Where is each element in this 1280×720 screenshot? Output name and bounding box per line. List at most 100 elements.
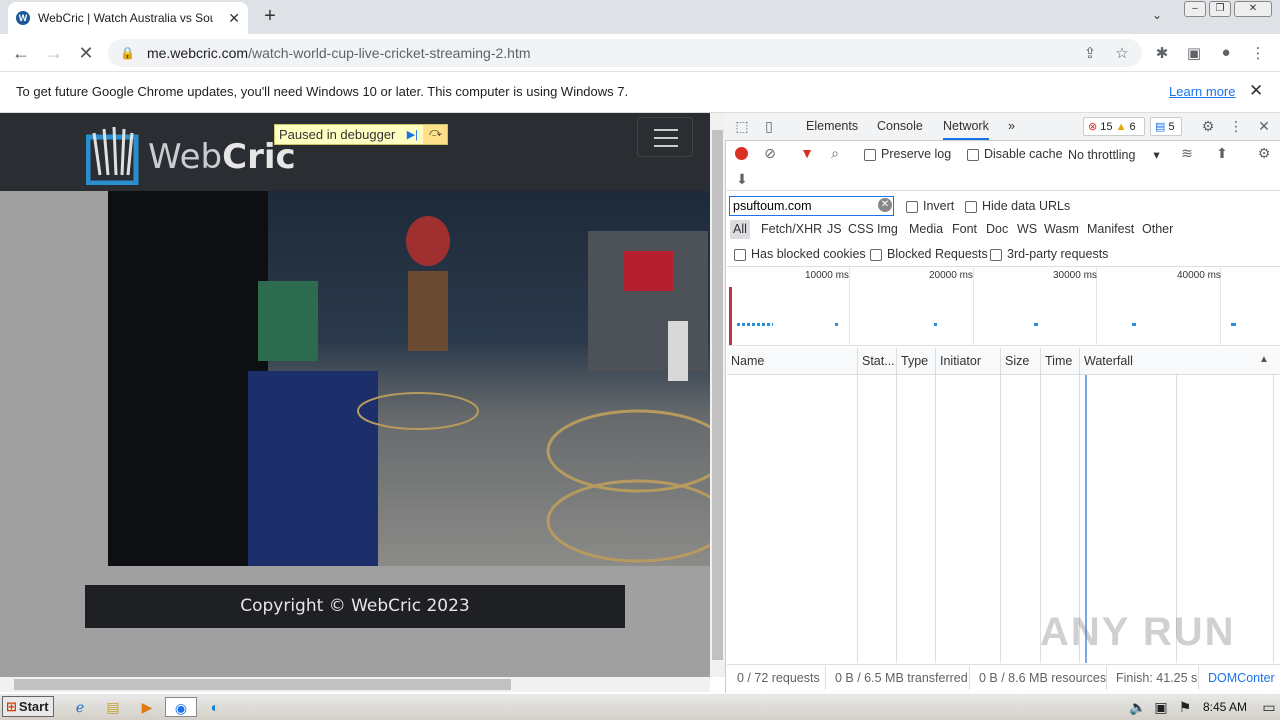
tab-search-icon[interactable]: ⌄ [1152,8,1162,22]
close-tab-icon[interactable]: ✕ [228,10,240,27]
filter-icon[interactable]: ▼ [798,145,816,161]
site-header: WebCric Paused in debugger ▶| ⤼ [0,113,710,191]
invert-checkbox[interactable]: Invert [906,199,954,213]
column-size[interactable]: Size [1001,348,1041,375]
tab-title: WebCric | Watch Australia vs South [38,11,213,25]
menu-hamburger-button[interactable] [637,117,693,157]
filter-type-media[interactable]: Media [909,222,943,236]
inspect-element-icon[interactable]: ⬚ [733,118,751,135]
filter-input[interactable] [729,196,894,216]
resume-icon[interactable]: ▶| [401,128,423,141]
show-desktop-icon[interactable]: ▭ [1258,697,1280,717]
lock-icon[interactable]: 🔒 [120,46,135,60]
clear-filter-icon[interactable]: ✕ [878,198,892,212]
import-har-icon[interactable]: ⬆ [1213,145,1231,162]
anyrun-watermark: ANY RUN [1040,610,1236,654]
overview-selection-handle[interactable] [729,287,732,345]
minimize-button[interactable]: – [1184,1,1206,17]
filter-type-fetch-xhr[interactable]: Fetch/XHR [761,222,822,236]
column-initiator[interactable]: Initiator [936,348,1001,375]
throttling-select[interactable]: No throttling ▾ [1068,147,1160,162]
filter-type-img[interactable]: Img [877,222,898,236]
status-transferred: 0 B / 6.5 MB transferred [835,671,968,685]
devtools-close-icon[interactable]: ✕ [1255,118,1273,135]
new-tab-button[interactable]: + [258,4,282,28]
stop-loading-button[interactable]: ✕ [75,42,97,64]
network-settings-icon[interactable]: ⚙ [1255,145,1273,162]
tab-console[interactable]: Console [877,119,923,133]
messages-badge[interactable]: ▤ 5 [1150,117,1182,136]
restore-button[interactable]: ❐ [1209,1,1231,17]
network-tray-icon[interactable]: ▣ [1150,697,1172,717]
devtools-menu-icon[interactable]: ⋮ [1227,118,1245,135]
debugger-label: Paused in debugger [279,127,396,142]
has-blocked-cookies-checkbox[interactable]: Has blocked cookies [734,247,866,261]
filter-type-ws[interactable]: WS [1017,222,1037,236]
tab-elements[interactable]: Elements [806,119,858,133]
export-har-icon[interactable]: ⬇ [733,171,751,188]
filter-type-font[interactable]: Font [952,222,977,236]
clear-icon[interactable]: ⊘ [761,145,779,162]
hide-data-urls-checkbox[interactable]: Hide data URLs [965,199,1070,213]
filter-type-wasm[interactable]: Wasm [1044,222,1079,236]
search-icon[interactable]: ⌕ [826,145,844,162]
learn-more-link[interactable]: Learn more [1169,84,1235,99]
windows-logo-icon: ⊞ [6,698,17,714]
column-status[interactable]: Stat... [858,348,897,375]
chrome-taskbar-icon[interactable]: ◉ [165,697,197,717]
column-type[interactable]: Type [897,348,936,375]
overview-request-dot [1132,323,1136,326]
blocked-requests-checkbox[interactable]: Blocked Requests [870,247,988,261]
sort-ascending-icon[interactable]: ▲ [1259,354,1269,365]
third-party-requests-checkbox[interactable]: 3rd-party requests [990,247,1108,261]
filter-type-css[interactable]: CSS [848,222,874,236]
device-toolbar-icon[interactable]: ▯ [760,118,778,135]
chrome-menu-icon[interactable]: ⋮ [1248,44,1268,62]
tab-network[interactable]: Network [943,119,989,140]
address-bar[interactable]: 🔒 me.webcric.com/watch-world-cup-live-cr… [108,39,1142,67]
video-player[interactable] [108,191,710,566]
filter-type-manifest[interactable]: Manifest [1087,222,1134,236]
system-clock[interactable]: 8:45 AM [1203,700,1247,714]
start-button[interactable]: ⊞ Start [2,696,54,717]
share-icon[interactable]: ⇪ [1080,44,1100,62]
url-domain: me.webcric.com [146,45,249,61]
explorer-icon[interactable]: ▤ [102,697,124,717]
back-button[interactable]: ← [10,42,32,64]
column-time[interactable]: Time [1041,348,1080,375]
table-column-divider [857,375,858,663]
action-center-icon[interactable]: ⚑ [1174,697,1196,717]
volume-icon[interactable]: 🔈 [1127,697,1149,717]
ie-icon[interactable]: ℯ [69,697,91,717]
overview-label: 20000 ms [929,270,973,281]
more-tabs-button[interactable]: » [1008,119,1015,133]
infobar-close-icon[interactable]: ✕ [1249,81,1263,101]
browser-tab[interactable]: W WebCric | Watch Australia vs South ✕ [8,2,248,34]
extensions-icon[interactable]: ✱ [1152,44,1172,62]
disable-cache-checkbox[interactable]: Disable cache [967,147,1063,161]
devtools-settings-icon[interactable]: ⚙ [1199,118,1217,135]
profile-avatar-icon[interactable]: ● [1216,44,1236,61]
page-viewport: WebCric Paused in debugger ▶| ⤼ Copyrigh… [0,113,710,677]
side-panel-icon[interactable]: ▣ [1184,44,1204,62]
step-over-icon[interactable]: ⤼ [423,125,448,144]
page-horizontal-scrollbar-thumb[interactable] [14,679,511,690]
forward-button[interactable]: → [43,42,65,64]
overview-request-dot [835,323,838,326]
close-window-button[interactable]: ✕ [1234,1,1272,17]
media-player-icon[interactable]: ▶ [136,697,158,717]
column-name[interactable]: Name [727,348,858,375]
bookmark-star-icon[interactable]: ☆ [1112,44,1132,62]
filter-type-all[interactable]: All [733,222,747,236]
issues-badge[interactable]: ⊗ 15 ▲ 6 [1083,117,1145,136]
filter-type-doc[interactable]: Doc [986,222,1008,236]
network-conditions-icon[interactable]: ≋ [1178,145,1196,162]
edge-icon[interactable]: ◐ [204,697,226,717]
table-column-divider [896,375,897,663]
filter-type-js[interactable]: JS [827,222,842,236]
preserve-log-checkbox[interactable]: Preserve log [864,147,951,161]
filter-type-other[interactable]: Other [1142,222,1173,236]
record-icon[interactable] [735,147,748,160]
page-vertical-scrollbar-thumb[interactable] [712,130,723,660]
column-waterfall[interactable]: Waterfall [1080,348,1278,375]
